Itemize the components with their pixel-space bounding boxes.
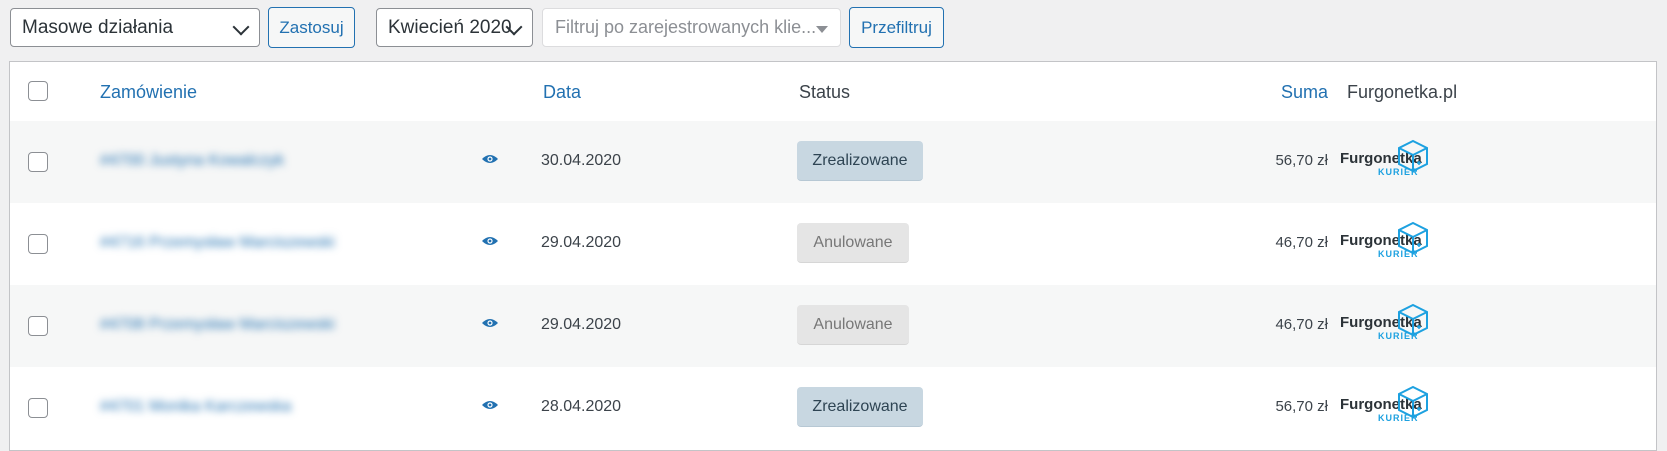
row-checkbox[interactable] <box>28 152 48 172</box>
furgonetka-logo[interactable]: Furgonetka KURIER <box>1338 303 1438 347</box>
order-link[interactable]: #4700 Justyna Kowalczyk <box>100 152 350 172</box>
order-link[interactable]: #4701 Monika Karczewska <box>100 398 350 418</box>
box-icon <box>1398 139 1428 173</box>
orders-table: Zamówienie Data Status Suma Furgonetka.p… <box>9 61 1657 451</box>
column-status: Status <box>799 82 851 102</box>
eye-icon[interactable] <box>481 153 499 165</box>
order-total: 56,70 zł <box>1275 398 1328 415</box>
table-row[interactable]: #4716 Przemysław Marciszewski 29.04.2020… <box>10 203 1656 285</box>
status-badge: Anulowane <box>797 305 909 345</box>
chevron-down-icon <box>232 18 250 36</box>
table-row[interactable]: #4701 Monika Karczewska 28.04.2020 Zreal… <box>10 367 1656 449</box>
order-date: 28.04.2020 <box>541 398 622 415</box>
furgonetka-logo[interactable]: Furgonetka KURIER <box>1338 385 1438 429</box>
furgonetka-logo[interactable]: Furgonetka KURIER <box>1338 139 1438 183</box>
column-order[interactable]: Zamówienie <box>100 82 197 103</box>
order-total: 46,70 zł <box>1275 316 1328 333</box>
status-badge: Anulowane <box>797 223 909 263</box>
status-badge: Zrealizowane <box>797 141 923 181</box>
order-total: 56,70 zł <box>1275 152 1328 169</box>
furgonetka-logo[interactable]: Furgonetka KURIER <box>1338 221 1438 265</box>
month-value: Kwiecień 2020 <box>388 16 512 38</box>
table-row[interactable]: #4708 Przemysław Marciszewski 29.04.2020… <box>10 285 1656 367</box>
customer-filter-input[interactable]: Filtruj po zarejestrowanych klie... <box>542 8 841 47</box>
dropdown-triangle-icon <box>816 26 828 33</box>
row-checkbox[interactable] <box>28 398 48 418</box>
box-icon <box>1398 303 1428 337</box>
order-link[interactable]: #4708 Przemysław Marciszewski <box>100 316 350 336</box>
order-total: 46,70 zł <box>1275 234 1328 251</box>
month-select[interactable]: Kwiecień 2020 <box>376 8 533 47</box>
customer-filter-placeholder: Filtruj po zarejestrowanych klie... <box>555 17 817 37</box>
column-date[interactable]: Data <box>543 82 581 103</box>
table-row[interactable]: #4700 Justyna Kowalczyk 30.04.2020 Zreal… <box>10 121 1656 203</box>
table-header: Zamówienie Data Status Suma Furgonetka.p… <box>10 62 1656 122</box>
apply-button[interactable]: Zastosuj <box>268 7 355 48</box>
column-total[interactable]: Suma <box>1281 82 1328 103</box>
order-link[interactable]: #4716 Przemysław Marciszewski <box>100 234 350 254</box>
eye-icon[interactable] <box>481 235 499 247</box>
box-icon <box>1398 385 1428 419</box>
order-date: 29.04.2020 <box>541 234 622 251</box>
order-date: 29.04.2020 <box>541 316 622 333</box>
row-checkbox[interactable] <box>28 234 48 254</box>
filter-button[interactable]: Przefiltruj <box>849 7 944 48</box>
select-all-checkbox[interactable] <box>28 81 48 101</box>
column-shipping: Furgonetka.pl <box>1347 82 1458 102</box>
eye-icon[interactable] <box>481 317 499 329</box>
bulk-actions-value: Masowe działania <box>22 16 174 38</box>
status-badge: Zrealizowane <box>797 387 923 427</box>
row-checkbox[interactable] <box>28 316 48 336</box>
table-nav-top: Masowe działania Zastosuj Kwiecień 2020 … <box>0 0 1667 62</box>
box-icon <box>1398 221 1428 255</box>
eye-icon[interactable] <box>481 399 499 411</box>
order-date: 30.04.2020 <box>541 152 622 169</box>
bulk-actions-select[interactable]: Masowe działania <box>10 8 260 47</box>
